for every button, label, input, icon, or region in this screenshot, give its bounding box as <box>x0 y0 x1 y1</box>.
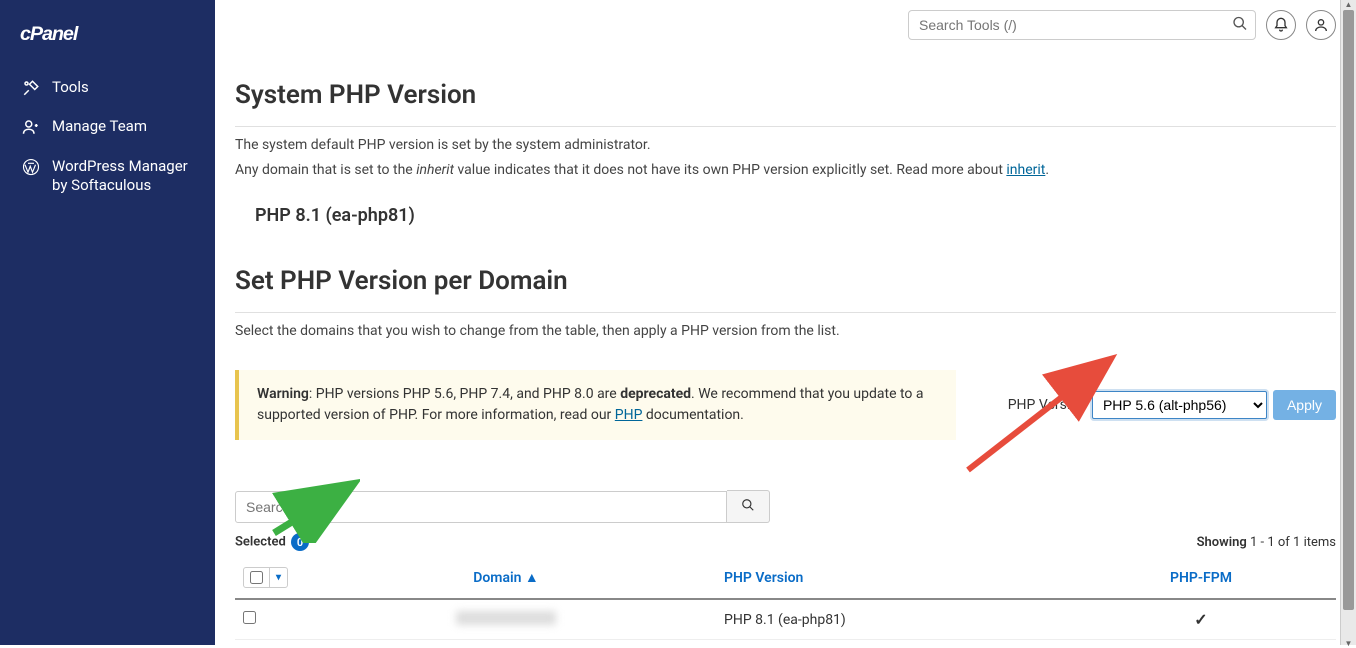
checkbox-input[interactable] <box>250 571 263 584</box>
table-row: PHP 8.1 (ea-php81) ✓ <box>235 599 1336 640</box>
sidebar-item-label: Manage Team <box>52 117 147 137</box>
user-icon <box>1313 17 1329 33</box>
footer: cPanel 118.0.4 Home Trademarks Privacy P… <box>235 640 1336 645</box>
brand-logo[interactable]: cPanel <box>0 10 215 68</box>
svg-text:cPanel: cPanel <box>20 23 79 45</box>
scroll-down-icon: ▼ <box>1341 639 1356 645</box>
team-icon <box>22 118 40 136</box>
header-checkbox-col: ▾ <box>235 557 296 599</box>
text-fragment: . <box>1045 162 1049 178</box>
php-docs-link[interactable]: PHP <box>615 407 643 423</box>
php-version-select-label: PHP Version <box>1008 397 1086 413</box>
select-all-dropdown[interactable]: ▾ <box>270 568 287 587</box>
text-fragment: : PHP versions PHP 5.6, PHP 7.4, and PHP… <box>309 386 620 402</box>
text-strong: deprecated <box>620 386 691 402</box>
showing-label: Showing 1 - 1 of 1 items <box>1197 535 1336 550</box>
php-version-cell: PHP 8.1 (ea-php81) <box>716 599 1066 640</box>
header-php-fpm[interactable]: PHP-FPM <box>1066 557 1336 599</box>
search-icon <box>1232 16 1248 32</box>
php-version-select[interactable]: PHP 5.6 (alt-php56) <box>1092 391 1267 419</box>
per-domain-title: Set PHP Version per Domain <box>235 266 1336 296</box>
content-scroll: System PHP Version The system default PH… <box>215 50 1356 645</box>
search-tools-button[interactable] <box>1228 12 1252 39</box>
divider <box>235 126 1336 127</box>
apply-button[interactable]: Apply <box>1273 390 1336 420</box>
text-value: 1 - 1 of 1 items <box>1250 535 1336 550</box>
sidebar-item-label: WordPress Manager by Softaculous <box>52 157 193 196</box>
system-php-value: PHP 8.1 (ea-php81) <box>235 185 1336 236</box>
deprecation-warning: Warning: PHP versions PHP 5.6, PHP 7.4, … <box>235 370 956 440</box>
domain-search-input[interactable] <box>235 491 727 523</box>
warning-label: Warning <box>257 386 309 402</box>
system-desc-2: Any domain that is set to the inherit va… <box>235 160 1336 181</box>
sidebar-item-wordpress-manager[interactable]: WordPress Manager by Softaculous <box>0 147 215 206</box>
domains-table: ▾ Domain PHP Version PHP-FPM PHP 8.1 (ea… <box>235 557 1336 640</box>
domain-search-button[interactable] <box>727 490 770 523</box>
header-domain[interactable]: Domain <box>296 557 716 599</box>
selected-count-label: Selected 0 <box>235 533 309 551</box>
text-label: Selected <box>235 535 286 550</box>
sidebar: cPanel Tools Manage Team WordPress Manag… <box>0 0 215 645</box>
php-version-apply-row: PHP Version PHP 5.6 (alt-php56) Apply <box>1008 390 1336 420</box>
text-fragment: Any domain that is set to the <box>235 162 416 178</box>
topbar <box>215 0 1356 50</box>
domain-search-toolbar <box>235 490 1336 523</box>
check-icon: ✓ <box>1194 610 1207 629</box>
selection-summary-row: Selected 0 Showing 1 - 1 of 1 items <box>235 533 1336 551</box>
tools-icon <box>22 79 40 97</box>
search-tools-wrap <box>908 10 1256 40</box>
wordpress-icon <box>22 158 40 176</box>
search-icon <box>741 498 755 512</box>
text-fragment: documentation. <box>642 407 743 423</box>
text-fragment: value indicates that it does not have it… <box>454 162 1006 178</box>
text-emphasis: inherit <box>416 162 454 178</box>
select-all-checkbox[interactable] <box>244 568 270 587</box>
bell-icon <box>1273 17 1289 33</box>
sidebar-item-manage-team[interactable]: Manage Team <box>0 107 215 147</box>
user-menu-button[interactable] <box>1306 10 1336 40</box>
header-php-version[interactable]: PHP Version <box>716 557 1066 599</box>
per-domain-desc: Select the domains that you wish to chan… <box>235 321 1336 342</box>
scroll-up-icon: ▲ <box>1341 0 1356 6</box>
system-php-version-title: System PHP Version <box>235 80 1336 110</box>
row-checkbox[interactable] <box>243 611 256 624</box>
scrollbar-thumb[interactable] <box>1343 10 1354 610</box>
text-label: Showing <box>1197 535 1247 550</box>
inherit-link[interactable]: inherit <box>1006 162 1045 178</box>
domain-cell-redacted <box>456 611 556 625</box>
sidebar-item-label: Tools <box>52 78 89 98</box>
divider <box>235 312 1336 313</box>
sidebar-item-tools[interactable]: Tools <box>0 68 215 108</box>
system-desc-1: The system default PHP version is set by… <box>235 135 1336 156</box>
main-content: System PHP Version The system default PH… <box>215 0 1356 645</box>
notifications-button[interactable] <box>1266 10 1296 40</box>
vertical-scrollbar[interactable]: ▲ ▼ <box>1340 0 1356 645</box>
selected-count-badge: 0 <box>291 533 309 551</box>
select-all-split: ▾ <box>243 567 288 588</box>
search-tools-input[interactable] <box>908 10 1256 40</box>
